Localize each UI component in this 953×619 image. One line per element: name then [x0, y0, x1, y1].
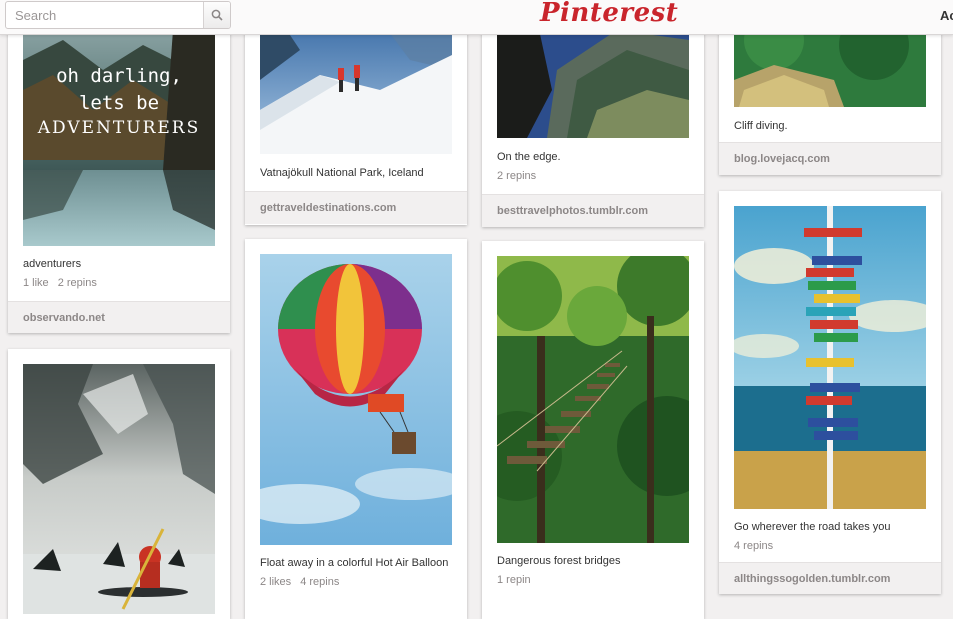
pin-card[interactable]: Float away in a colorful Hot Air Balloon…: [245, 239, 467, 619]
pin-source-link[interactable]: besttravelphotos.tumblr.com: [497, 205, 648, 217]
pin-card[interactable]: Vatnajökull National Park, Iceland gettr…: [245, 20, 467, 225]
top-bar: Pinterest Ac: [0, 0, 953, 35]
repin-count[interactable]: 2 repins: [58, 277, 97, 289]
pinterest-logo[interactable]: Pinterest: [540, 0, 678, 28]
repin-count[interactable]: 4 repins: [734, 540, 773, 552]
pin-source[interactable]: gettraveldestinations.com: [245, 191, 467, 224]
pin-source-link[interactable]: allthingssogolden.tumblr.com: [734, 573, 890, 585]
pin-image[interactable]: [260, 20, 452, 154]
pin-source-link[interactable]: observando.net: [23, 312, 105, 324]
pin-image[interactable]: oh darling, lets be ADVENTURERS: [23, 20, 215, 246]
search-icon: [211, 9, 223, 21]
pin-card[interactable]: Cliff diving. blog.lovejacq.com: [719, 20, 941, 175]
pin-source[interactable]: blog.lovejacq.com: [719, 142, 941, 175]
pin-image[interactable]: [23, 364, 215, 614]
pin-stats: 1 repin: [497, 574, 531, 586]
like-count[interactable]: 2 likes: [260, 576, 291, 588]
repin-count[interactable]: 4 repins: [300, 576, 339, 588]
pin-image[interactable]: [260, 254, 452, 545]
search-box: [5, 1, 231, 29]
pin-card[interactable]: oh darling, lets be ADVENTURERS adventur…: [8, 20, 230, 333]
pin-image-caption-line: lets be: [78, 92, 160, 114]
search-button[interactable]: [203, 2, 230, 28]
pin-image[interactable]: [734, 206, 926, 509]
pin-stats: 2 likes 4 repins: [260, 576, 339, 588]
pin-stats: 4 repins: [734, 540, 773, 552]
repin-count[interactable]: 1 repin: [497, 574, 531, 586]
pin-description: Dangerous forest bridges: [497, 555, 621, 567]
pin-image-caption-line: ADVENTURERS: [37, 118, 201, 138]
pin-description: Float away in a colorful Hot Air Balloon: [260, 557, 449, 569]
like-count[interactable]: 1 like: [23, 277, 49, 289]
pin-image-caption-line: oh darling,: [56, 65, 182, 87]
pin-source-link[interactable]: gettraveldestinations.com: [260, 202, 396, 214]
pin-image[interactable]: [497, 20, 689, 138]
pin-description: On the edge.: [497, 151, 561, 163]
pin-image[interactable]: [497, 256, 689, 543]
pin-card[interactable]: On the edge. 2 repins besttravelphotos.t…: [482, 20, 704, 227]
pin-description: Cliff diving.: [734, 120, 788, 132]
pin-source[interactable]: observando.net: [8, 301, 230, 333]
pin-card[interactable]: [8, 349, 230, 619]
pin-source[interactable]: allthingssogolden.tumblr.com: [719, 562, 941, 594]
pin-description: Go wherever the road takes you: [734, 521, 891, 533]
pin-stats: 1 like 2 repins: [23, 277, 97, 289]
pin-stats: 2 repins: [497, 170, 536, 182]
pin-card[interactable]: Dangerous forest bridges 1 repin: [482, 241, 704, 619]
search-input[interactable]: [6, 2, 202, 28]
pin-card[interactable]: Go wherever the road takes you 4 repins …: [719, 191, 941, 594]
top-right-menu[interactable]: Ac: [940, 8, 953, 23]
pin-source-link[interactable]: blog.lovejacq.com: [734, 153, 830, 165]
pin-description: Vatnajökull National Park, Iceland: [260, 167, 424, 179]
pin-source[interactable]: besttravelphotos.tumblr.com: [482, 194, 704, 227]
pin-description: adventurers: [23, 258, 82, 270]
repin-count[interactable]: 2 repins: [497, 170, 536, 182]
